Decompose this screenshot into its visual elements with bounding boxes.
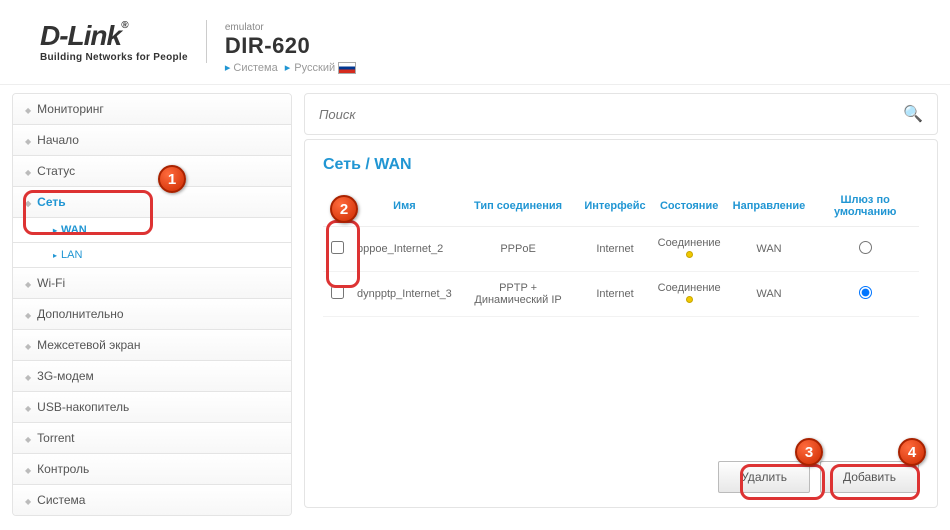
sidebar-item-torrent[interactable]: ◆Torrent [13, 423, 291, 454]
sidebar-item-start[interactable]: ◆Начало [13, 125, 291, 156]
model-name: DIR-620 [225, 33, 356, 59]
cell-type: PPTP + Динамический IP [458, 272, 579, 317]
sidebar-item-system[interactable]: ◆Система [13, 485, 291, 515]
cell-name: pppoe_Internet_2 [351, 227, 458, 272]
status-dot-icon [686, 251, 693, 258]
crumb-language[interactable]: Русский [294, 62, 335, 74]
th-checkbox [323, 186, 351, 227]
content-area: 🔍 Сеть / WAN Имя Тип соединения Интерфей… [304, 93, 938, 508]
th-type[interactable]: Тип соединения [458, 186, 579, 227]
cell-name: dynpptp_Internet_3 [351, 272, 458, 317]
table-row[interactable]: dynpptp_Internet_3 PPTP + Динамический I… [323, 272, 919, 317]
table-header-row: Имя Тип соединения Интерфейс Состояние Н… [323, 186, 919, 227]
header: D-Link® Building Networks for People emu… [0, 0, 950, 85]
footer-buttons: Удалить Добавить [718, 461, 919, 493]
sidebar-sub-lan[interactable]: ▸LAN [13, 243, 291, 268]
th-name[interactable]: Имя [351, 186, 458, 227]
header-crumbs: ▸Система ▸Русский [225, 61, 356, 74]
row-checkbox[interactable] [331, 286, 344, 299]
logo-block: D-Link® Building Networks for People [40, 20, 207, 63]
gateway-radio[interactable] [859, 241, 872, 254]
sidebar: ◆Мониторинг ◆Начало ◆Статус ◆Сеть ▸WAN ▸… [12, 93, 292, 516]
search-input[interactable] [319, 107, 903, 122]
crumb-system[interactable]: Система [233, 62, 277, 74]
flag-icon-ru[interactable] [338, 62, 356, 74]
wan-table: Имя Тип соединения Интерфейс Состояние Н… [323, 186, 919, 317]
cell-type: PPPoE [458, 227, 579, 272]
triangle-icon: ▸ [285, 62, 291, 74]
logo: D-Link® [40, 20, 188, 52]
sidebar-sub-wan[interactable]: ▸WAN [13, 218, 291, 243]
cell-iface: Internet [578, 227, 651, 272]
cell-dir: WAN [727, 272, 812, 317]
model-block: emulator DIR-620 ▸Система ▸Русский [225, 20, 356, 74]
sidebar-item-advanced[interactable]: ◆Дополнительно [13, 299, 291, 330]
triangle-icon: ▸ [225, 62, 231, 74]
sidebar-item-usb-storage[interactable]: ◆USB-накопитель [13, 392, 291, 423]
search-icon[interactable]: 🔍 [903, 104, 923, 124]
status-dot-icon [686, 296, 693, 303]
gateway-radio[interactable] [859, 286, 872, 299]
cell-state: Соединение [652, 227, 727, 272]
main-panel: Сеть / WAN Имя Тип соединения Интерфейс … [304, 139, 938, 508]
table-row[interactable]: pppoe_Internet_2 PPPoE Internet Соединен… [323, 227, 919, 272]
sidebar-item-3g-modem[interactable]: ◆3G-модем [13, 361, 291, 392]
sidebar-item-status[interactable]: ◆Статус [13, 156, 291, 187]
delete-button[interactable]: Удалить [718, 461, 810, 493]
sidebar-item-control[interactable]: ◆Контроль [13, 454, 291, 485]
sidebar-item-firewall[interactable]: ◆Межсетевой экран [13, 330, 291, 361]
th-iface[interactable]: Интерфейс [578, 186, 651, 227]
th-gateway[interactable]: Шлюз по умолчанию [811, 186, 919, 227]
sidebar-item-monitoring[interactable]: ◆Мониторинг [13, 94, 291, 125]
add-button[interactable]: Добавить [820, 461, 919, 493]
emulator-label: emulator [225, 22, 356, 33]
sidebar-item-network[interactable]: ◆Сеть [13, 187, 291, 218]
cell-state: Соединение [652, 272, 727, 317]
cell-dir: WAN [727, 227, 812, 272]
breadcrumb: Сеть / WAN [323, 156, 919, 174]
row-checkbox[interactable] [331, 241, 344, 254]
sidebar-item-wifi[interactable]: ◆Wi-Fi [13, 268, 291, 299]
logo-subtitle: Building Networks for People [40, 52, 188, 63]
search-box[interactable]: 🔍 [304, 93, 938, 135]
th-direction[interactable]: Направление [727, 186, 812, 227]
cell-iface: Internet [578, 272, 651, 317]
th-state[interactable]: Состояние [652, 186, 727, 227]
